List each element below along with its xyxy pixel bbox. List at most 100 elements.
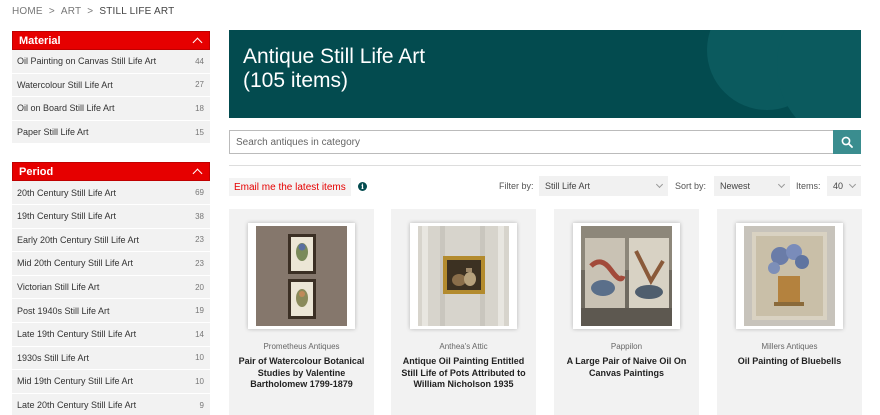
facet-item[interactable]: Oil on Board Still Life Art 18 <box>12 97 210 121</box>
search-button[interactable] <box>833 130 861 154</box>
facet-item[interactable]: 19th Century Still Life Art 38 <box>12 205 210 229</box>
facet-item[interactable]: Early 20th Century Still Life Art 23 <box>12 229 210 253</box>
breadcrumb: HOME > ART > STILL LIFE ART <box>12 6 174 17</box>
items-per-page-select[interactable]: 40 <box>827 176 861 196</box>
filter-select-value: Still Life Art <box>545 181 591 191</box>
filter-label: Filter by: <box>499 181 534 191</box>
facet-item-count: 19 <box>195 306 204 316</box>
facet-item-count: 38 <box>195 211 204 221</box>
facet-item[interactable]: Mid 20th Century Still Life Art 23 <box>12 252 210 276</box>
breadcrumb-separator: > <box>87 6 94 17</box>
facet-item[interactable]: Mid 19th Century Still Life Art 10 <box>12 370 210 394</box>
period-facet-title: Period <box>19 165 54 178</box>
page-title: Antique Still Life Art (105 items) <box>243 45 425 93</box>
sidebar: Material Oil Painting on Canvas Still Li… <box>12 31 210 415</box>
sort-select[interactable]: Newest <box>714 176 790 196</box>
facet-item-label: 1930s Still Life Art <box>17 352 90 363</box>
facet-item-count: 69 <box>195 188 204 198</box>
sort-label: Sort by: <box>675 181 707 191</box>
facet-item-label: Oil on Board Still Life Art <box>17 103 115 114</box>
chevron-up-icon[interactable] <box>192 37 203 48</box>
product-dealer[interactable]: Prometheus Antiques <box>229 342 374 351</box>
chevron-down-icon <box>655 180 664 189</box>
product-dealer[interactable]: Millers Antiques <box>717 342 862 351</box>
facet-item-label: Post 1940s Still Life Art <box>17 305 110 316</box>
chevron-down-icon <box>848 180 857 189</box>
page-title-text: Antique Still Life Art <box>243 45 426 68</box>
facet-item-count: 10 <box>195 353 204 363</box>
facet-item-label: Victorian Still Life Art <box>17 282 100 293</box>
facet-item-label: Watercolour Still Life Art <box>17 79 113 90</box>
filter-select[interactable]: Still Life Art <box>539 176 668 196</box>
hero-decoration <box>777 30 861 118</box>
chevron-down-icon <box>777 180 786 189</box>
breadcrumb-home-link[interactable]: HOME <box>12 6 43 17</box>
naive-oil-paintings-image <box>581 226 672 326</box>
facet-item-label: Oil Painting on Canvas Still Life Art <box>17 56 157 67</box>
botanical-watercolours-image <box>256 226 347 326</box>
category-hero: Antique Still Life Art (105 items) <box>229 30 861 118</box>
facet-item-count: 10 <box>195 376 204 386</box>
material-facet-header[interactable]: Material <box>12 31 210 50</box>
product-image[interactable] <box>410 223 517 329</box>
material-facet: Material Oil Painting on Canvas Still Li… <box>12 31 210 145</box>
product-title[interactable]: Antique Oil Painting Entitled Still Life… <box>399 356 528 391</box>
facet-item-label: Early 20th Century Still Life Art <box>17 234 140 245</box>
facet-item[interactable]: Post 1940s Still Life Art 19 <box>12 299 210 323</box>
facet-item[interactable]: 20th Century Still Life Art 69 <box>12 181 210 205</box>
facet-item-label: Mid 19th Century Still Life Art <box>17 376 134 387</box>
divider <box>229 165 861 166</box>
facet-item-label: 20th Century Still Life Art <box>17 187 117 198</box>
facet-item[interactable]: Watercolour Still Life Art 27 <box>12 74 210 98</box>
product-title[interactable]: Pair of Watercolour Botanical Studies by… <box>237 356 366 391</box>
email-alert-button[interactable]: Email me the latest items <box>229 178 351 196</box>
still-life-pots-image <box>418 226 509 326</box>
facet-item-count: 9 <box>199 400 204 410</box>
period-facet-header[interactable]: Period <box>12 162 210 182</box>
search-bar <box>229 130 861 154</box>
facet-item-count: 27 <box>195 80 204 90</box>
breadcrumb-separator: > <box>48 6 55 17</box>
items-per-page-label: Items: <box>796 181 821 191</box>
facet-item-count: 14 <box>195 329 204 339</box>
facet-item-label: Late 19th Century Still Life Art <box>17 329 137 340</box>
facet-item-count: 18 <box>195 103 204 113</box>
facet-item-count: 44 <box>195 56 204 66</box>
facet-item-label: Late 20th Century Still Life Art <box>17 400 137 411</box>
product-card[interactable]: Millers Antiques Oil Painting of Bluebel… <box>717 209 862 415</box>
facet-item[interactable]: Late 19th Century Still Life Art 14 <box>12 323 210 347</box>
facet-item-label: Paper Still Life Art <box>17 127 89 138</box>
material-facet-title: Material <box>19 34 61 47</box>
facet-item-count: 20 <box>195 282 204 292</box>
product-title[interactable]: Oil Painting of Bluebells <box>725 356 854 368</box>
facet-item[interactable]: Oil Painting on Canvas Still Life Art 44 <box>12 50 210 74</box>
facet-item-label: Mid 20th Century Still Life Art <box>17 258 134 269</box>
product-dealer[interactable]: Pappilon <box>554 342 699 351</box>
items-per-page-value: 40 <box>833 181 844 191</box>
info-icon[interactable]: i <box>358 182 367 191</box>
product-title[interactable]: A Large Pair of Naive Oil On Canvas Pain… <box>562 356 691 379</box>
period-facet: Period 20th Century Still Life Art 69 19t… <box>12 162 210 415</box>
product-image[interactable] <box>573 223 680 329</box>
product-card[interactable]: Pappilon A Large Pair of Naive Oil On Ca… <box>554 209 699 415</box>
product-dealer[interactable]: Anthea's Attic <box>391 342 536 351</box>
bluebells-painting-image <box>744 226 835 326</box>
facet-item[interactable]: Late 20th Century Still Life Art 9 <box>12 394 210 415</box>
facet-item-count: 23 <box>195 235 204 245</box>
product-image[interactable] <box>248 223 355 329</box>
product-card[interactable]: Anthea's Attic Antique Oil Painting Enti… <box>391 209 536 415</box>
item-count: (105 items) <box>243 69 349 92</box>
search-icon <box>841 136 853 148</box>
sort-select-value: Newest <box>720 181 751 191</box>
chevron-up-icon[interactable] <box>192 168 203 179</box>
facet-item[interactable]: Paper Still Life Art 15 <box>12 121 210 145</box>
facet-item[interactable]: Victorian Still Life Art 20 <box>12 276 210 300</box>
facet-item-label: 19th Century Still Life Art <box>17 211 117 222</box>
facet-item[interactable]: 1930s Still Life Art 10 <box>12 347 210 371</box>
product-card[interactable]: Prometheus Antiques Pair of Watercolour … <box>229 209 374 415</box>
search-input[interactable] <box>229 130 833 154</box>
facet-item-count: 15 <box>195 127 204 137</box>
breadcrumb-current: STILL LIFE ART <box>99 6 175 17</box>
product-image[interactable] <box>736 223 843 329</box>
breadcrumb-art-link[interactable]: ART <box>61 6 81 17</box>
